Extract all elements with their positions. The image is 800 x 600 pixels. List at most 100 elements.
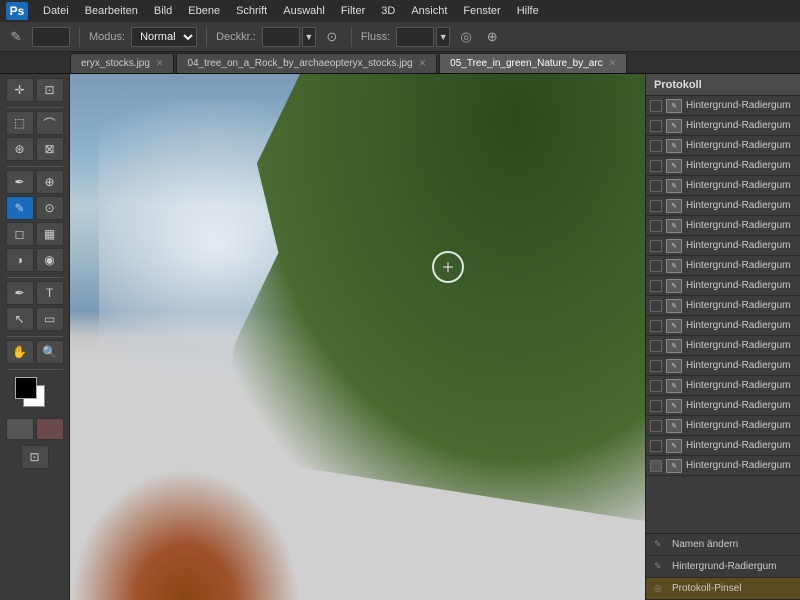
healing-tool[interactable]: ⊕ bbox=[36, 170, 64, 194]
quick-select-tool[interactable]: ⊛ bbox=[6, 137, 34, 161]
history-item-10[interactable]: ✎Hintergrund-Radiergum bbox=[646, 296, 800, 316]
pen-tool[interactable]: ✒ bbox=[6, 281, 34, 305]
history-item-14[interactable]: ✎Hintergrund-Radiergum bbox=[646, 376, 800, 396]
blur-tool[interactable]: ◉ bbox=[36, 248, 64, 272]
footer-icon-2: ◎ bbox=[654, 583, 668, 594]
screen-mode-btn[interactable]: ⊡ bbox=[21, 445, 49, 469]
history-item-5[interactable]: ✎Hintergrund-Radiergum bbox=[646, 196, 800, 216]
history-checkbox-2[interactable] bbox=[650, 140, 662, 152]
brush-tool[interactable]: ✎ bbox=[6, 196, 34, 220]
dodge-tool[interactable]: ◑ bbox=[6, 248, 34, 272]
menu-ebene[interactable]: Ebene bbox=[181, 3, 227, 19]
shape-tool[interactable]: ▭ bbox=[36, 307, 64, 331]
airbrush-icon[interactable]: ⊙ bbox=[322, 27, 342, 47]
gradient-tool[interactable]: ▦ bbox=[36, 222, 64, 246]
stamp-tool[interactable]: ⊙ bbox=[36, 196, 64, 220]
footer-item-2[interactable]: ◎Protokoll-Pinsel bbox=[646, 578, 800, 600]
history-checkbox-4[interactable] bbox=[650, 180, 662, 192]
history-checkbox-13[interactable] bbox=[650, 360, 662, 372]
tab-2[interactable]: 05_Tree_in_green_Nature_by_arc ✕ bbox=[439, 53, 627, 73]
history-checkbox-15[interactable] bbox=[650, 400, 662, 412]
menu-datei[interactable]: Datei bbox=[36, 3, 76, 19]
history-checkbox-0[interactable] bbox=[650, 100, 662, 112]
history-checkbox-1[interactable] bbox=[650, 120, 662, 132]
menu-bild[interactable]: Bild bbox=[147, 3, 179, 19]
tab-0[interactable]: eryx_stocks.jpg ✕ bbox=[70, 53, 174, 73]
history-item-7[interactable]: ✎Hintergrund-Radiergum bbox=[646, 236, 800, 256]
history-checkbox-9[interactable] bbox=[650, 280, 662, 292]
history-checkbox-8[interactable] bbox=[650, 260, 662, 272]
history-item-18[interactable]: ✎Hintergrund-Radiergum bbox=[646, 456, 800, 476]
brush-size-input[interactable]: 75 bbox=[37, 31, 65, 43]
history-checkbox-12[interactable] bbox=[650, 340, 662, 352]
history-item-0[interactable]: ✎Hintergrund-Radiergum bbox=[646, 96, 800, 116]
move-tool[interactable]: ✛ bbox=[6, 78, 34, 102]
crop-tool[interactable]: ⊠ bbox=[36, 137, 64, 161]
menu-auswahl[interactable]: Auswahl bbox=[276, 3, 332, 19]
history-item-9[interactable]: ✎Hintergrund-Radiergum bbox=[646, 276, 800, 296]
brush-preset-picker[interactable]: ✎ bbox=[6, 27, 26, 47]
standard-mode-btn[interactable] bbox=[6, 418, 34, 440]
tab-0-close[interactable]: ✕ bbox=[156, 58, 164, 69]
rect-marquee-tool[interactable]: ⬚ bbox=[6, 111, 34, 135]
menu-fenster[interactable]: Fenster bbox=[456, 3, 507, 19]
history-item-2[interactable]: ✎Hintergrund-Radiergum bbox=[646, 136, 800, 156]
history-checkbox-11[interactable] bbox=[650, 320, 662, 332]
flow-input[interactable]: 100% bbox=[396, 27, 434, 47]
panel-footer: ✎Namen ändern✎Hintergrund-Radiergum◎Prot… bbox=[646, 533, 800, 600]
canvas-background[interactable] bbox=[70, 74, 645, 600]
history-checkbox-14[interactable] bbox=[650, 380, 662, 392]
menu-ansicht[interactable]: Ansicht bbox=[404, 3, 454, 19]
quick-mask-btn[interactable] bbox=[36, 418, 64, 440]
footer-item-0[interactable]: ✎Namen ändern bbox=[646, 534, 800, 556]
history-checkbox-6[interactable] bbox=[650, 220, 662, 232]
menu-schrift[interactable]: Schrift bbox=[229, 3, 274, 19]
separator-1 bbox=[79, 27, 80, 47]
history-item-4[interactable]: ✎Hintergrund-Radiergum bbox=[646, 176, 800, 196]
history-item-6[interactable]: ✎Hintergrund-Radiergum bbox=[646, 216, 800, 236]
history-checkbox-7[interactable] bbox=[650, 240, 662, 252]
history-item-1[interactable]: ✎Hintergrund-Radiergum bbox=[646, 116, 800, 136]
history-checkbox-16[interactable] bbox=[650, 420, 662, 432]
history-item-11[interactable]: ✎Hintergrund-Radiergum bbox=[646, 316, 800, 336]
path-select-tool[interactable]: ↖ bbox=[6, 307, 34, 331]
flow-arrow[interactable]: ▼ bbox=[436, 27, 450, 47]
menu-filter[interactable]: Filter bbox=[334, 3, 372, 19]
history-item-3[interactable]: ✎Hintergrund-Radiergum bbox=[646, 156, 800, 176]
zoom-tool[interactable]: 🔍 bbox=[36, 340, 64, 364]
eraser-tool[interactable]: ◻ bbox=[6, 222, 34, 246]
tab-1[interactable]: 04_tree_on_a_Rock_by_archaeopteryx_stock… bbox=[176, 53, 437, 73]
history-icon-15: ✎ bbox=[666, 399, 682, 413]
extra-icon[interactable]: ⊕ bbox=[482, 27, 502, 47]
history-item-12[interactable]: ✎Hintergrund-Radiergum bbox=[646, 336, 800, 356]
tab-1-close[interactable]: ✕ bbox=[419, 58, 427, 69]
history-checkbox-17[interactable] bbox=[650, 440, 662, 452]
history-item-13[interactable]: ✎Hintergrund-Radiergum bbox=[646, 356, 800, 376]
opacity-input[interactable]: 100% bbox=[262, 27, 300, 47]
tab-2-close[interactable]: ✕ bbox=[609, 58, 617, 69]
text-tool[interactable]: T bbox=[36, 281, 64, 305]
menu-3d[interactable]: 3D bbox=[374, 3, 402, 19]
history-checkbox-3[interactable] bbox=[650, 160, 662, 172]
foreground-color-swatch[interactable] bbox=[15, 377, 37, 399]
lasso-tool[interactable]: ⌒ bbox=[36, 111, 64, 135]
mode-select[interactable]: Normal bbox=[131, 27, 197, 47]
menu-hilfe[interactable]: Hilfe bbox=[510, 3, 546, 19]
history-item-8[interactable]: ✎Hintergrund-Radiergum bbox=[646, 256, 800, 276]
history-checkbox-5[interactable] bbox=[650, 200, 662, 212]
history-label-12: Hintergrund-Radiergum bbox=[686, 340, 796, 351]
eyedropper-tool[interactable]: ✒ bbox=[6, 170, 34, 194]
history-item-16[interactable]: ✎Hintergrund-Radiergum bbox=[646, 416, 800, 436]
menu-bearbeiten[interactable]: Bearbeiten bbox=[78, 3, 145, 19]
hand-tool[interactable]: ✋ bbox=[6, 340, 34, 364]
tablet-pressure-icon[interactable]: ◎ bbox=[456, 27, 476, 47]
opacity-arrow[interactable]: ▼ bbox=[302, 27, 316, 47]
tab-0-label: eryx_stocks.jpg bbox=[81, 58, 150, 69]
footer-item-1[interactable]: ✎Hintergrund-Radiergum bbox=[646, 556, 800, 578]
history-item-17[interactable]: ✎Hintergrund-Radiergum bbox=[646, 436, 800, 456]
history-checkbox-10[interactable] bbox=[650, 300, 662, 312]
tree-overlay bbox=[214, 74, 645, 521]
history-checkbox-18[interactable] bbox=[650, 460, 662, 472]
artboard-tool[interactable]: ⊡ bbox=[36, 78, 64, 102]
history-item-15[interactable]: ✎Hintergrund-Radiergum bbox=[646, 396, 800, 416]
